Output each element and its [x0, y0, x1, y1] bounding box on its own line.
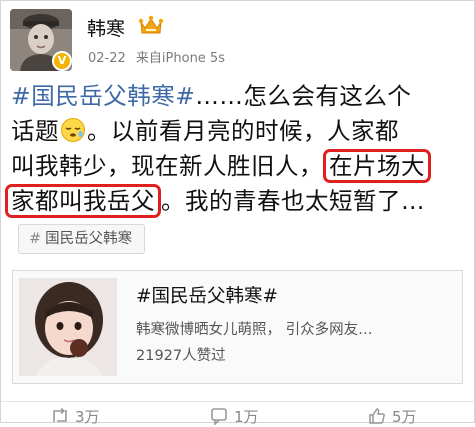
crown-icon — [138, 15, 164, 34]
hash-icon: # — [29, 231, 42, 247]
post-text: #国民岳父韩寒#……怎么会有这么个 话题 。以前看月亮的时候，人家都 叫我韩少，… — [5, 79, 473, 219]
text-span: 。我的青春也太短暂了… — [161, 187, 425, 215]
card-title[interactable]: #国民岳父韩寒# — [136, 282, 278, 308]
repost-button[interactable]: 3万 — [51, 406, 100, 427]
topic-tag-label: 国民岳父韩寒 — [45, 231, 133, 247]
post-timestamp[interactable]: 02-22 — [88, 51, 126, 66]
username[interactable]: 韩寒 — [87, 14, 125, 41]
topic-tag[interactable]: # 国民岳父韩寒 — [18, 224, 146, 254]
post-meta: 02-22 来自iPhone 5s — [88, 47, 225, 66]
verified-v-icon: V — [52, 51, 72, 71]
comment-button[interactable]: 1万 — [210, 406, 259, 427]
card-likes: 21927人赞过 — [136, 348, 226, 364]
weibo-post: V 韩寒 02-22 来自iPhone 5s #国民岳父韩寒#……怎么会有这么个… — [0, 0, 475, 427]
text-span: 话题 — [11, 117, 59, 145]
post-line-2: 话题 。以前看月亮的时候，人家都 — [11, 114, 473, 149]
text-span: 叫我韩少，现在新人胜旧人， — [11, 152, 323, 180]
hashtag-link[interactable]: #国民岳父韩寒# — [11, 82, 195, 110]
post-line-3: 叫我韩少，现在新人胜旧人， 在片场大 — [11, 149, 473, 184]
card-thumbnail — [19, 278, 117, 376]
highlight-box: 家都叫我岳父 — [5, 184, 161, 218]
repost-icon — [53, 407, 67, 422]
post-line-4: 家都叫我岳父 。我的青春也太短暂了… — [5, 184, 473, 219]
comment-icon — [211, 408, 227, 426]
card-description: 韩寒微博晒女儿萌照， 引众多网友… — [136, 322, 373, 338]
post-source: 来自iPhone 5s — [135, 51, 225, 66]
sleepy-face-emoji-icon — [61, 118, 85, 142]
text-span: ……怎么会有这么个 — [195, 82, 412, 110]
highlight-box: 在片场大 — [323, 149, 431, 183]
repost-count: 3万 — [75, 408, 100, 426]
topic-card[interactable]: #国民岳父韩寒# 韩寒微博晒女儿萌照， 引众多网友… 21927人赞过 — [12, 270, 463, 384]
text-span: 。以前看月亮的时候，人家都 — [87, 117, 399, 145]
like-button[interactable]: 5万 — [368, 406, 417, 427]
like-count: 5万 — [392, 408, 417, 426]
comment-count: 1万 — [234, 408, 259, 426]
post-line-1: #国民岳父韩寒#……怎么会有这么个 — [11, 79, 473, 114]
thumbs-up-icon — [369, 408, 385, 424]
action-bar: 3万 1万 5万 — [1, 401, 474, 427]
